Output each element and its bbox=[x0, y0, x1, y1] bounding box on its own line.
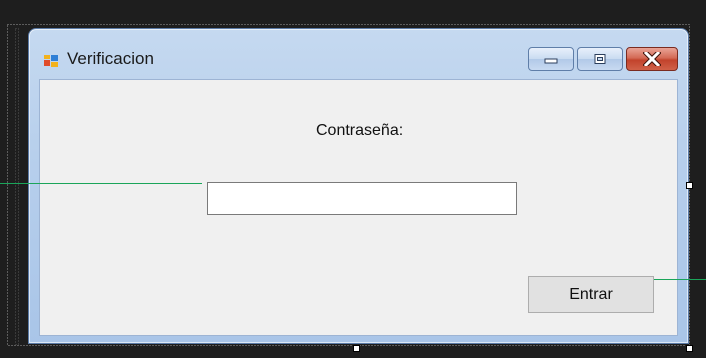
password-input[interactable] bbox=[207, 182, 517, 215]
close-button[interactable] bbox=[626, 47, 678, 71]
enter-button[interactable]: Entrar bbox=[528, 276, 654, 313]
form-window[interactable]: Verificacion Contraseña: Entrar bbox=[28, 28, 689, 344]
close-x-icon bbox=[643, 52, 661, 66]
minimize-button[interactable] bbox=[528, 47, 574, 71]
snapline-left bbox=[0, 183, 202, 184]
maximize-icon bbox=[594, 54, 606, 64]
title-bar[interactable]: Verificacion bbox=[29, 29, 688, 79]
minimize-icon bbox=[544, 58, 558, 64]
maximize-button[interactable] bbox=[577, 47, 623, 71]
window-title: Verificacion bbox=[67, 49, 154, 68]
caption-buttons bbox=[528, 47, 678, 71]
password-label: Contraseña: bbox=[316, 122, 404, 139]
form-app-icon bbox=[44, 55, 58, 67]
resize-handle-bottom[interactable] bbox=[353, 345, 360, 352]
form-client-area: Contraseña: Entrar bbox=[39, 79, 678, 336]
resize-handle-right[interactable] bbox=[686, 182, 693, 189]
snapline-right bbox=[654, 279, 706, 280]
resize-handle-bottom-right[interactable] bbox=[686, 345, 693, 352]
